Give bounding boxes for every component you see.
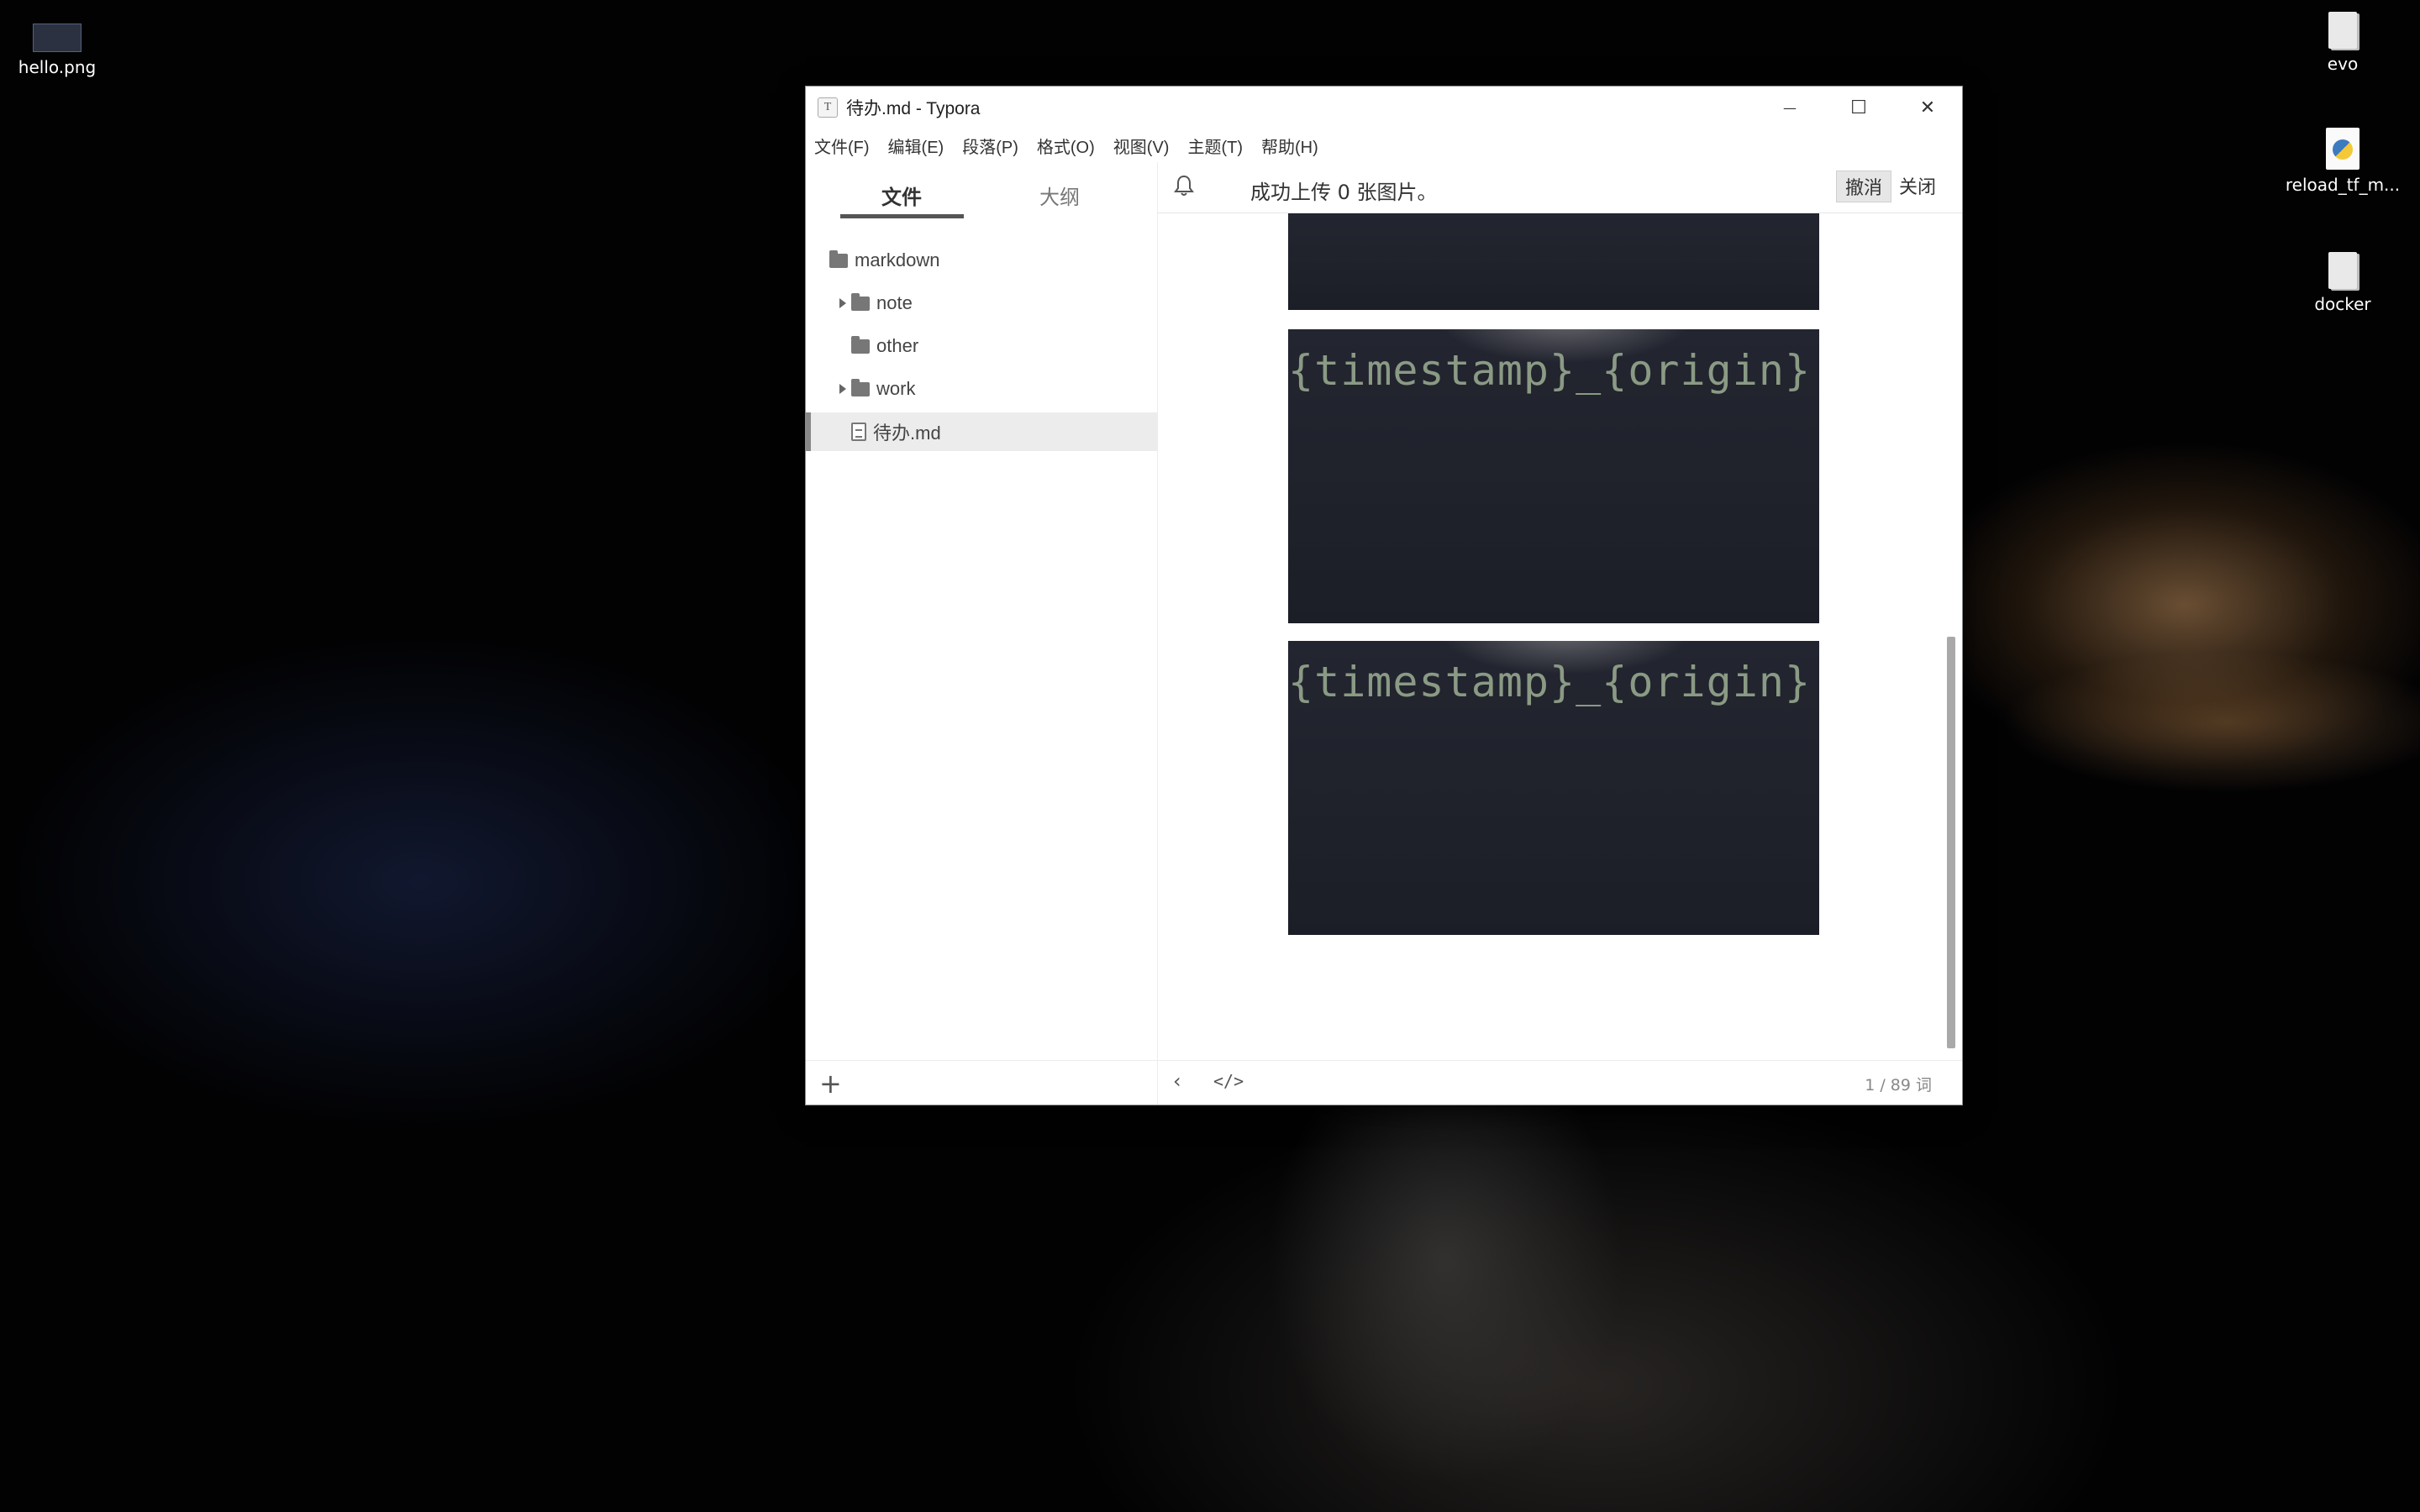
image-caption-text: {timestamp}_{origin} — [1288, 346, 1812, 395]
caret-right-icon[interactable] — [839, 384, 846, 394]
desktop-icon-reload-tf[interactable]: reload_tf_m... — [2284, 128, 2402, 195]
tree-folder-other[interactable]: other — [806, 327, 1157, 365]
status-bar: ‹ </> 1 / 89 词 — [1158, 1060, 1962, 1105]
back-icon[interactable]: ‹ — [1173, 1069, 1181, 1093]
file-icon — [2328, 12, 2357, 49]
desktop-icon-docker[interactable]: docker — [2292, 252, 2393, 314]
tree-item-label: work — [876, 378, 916, 399]
tree-item-label: note — [876, 292, 913, 313]
file-icon — [2328, 252, 2357, 289]
desktop-icon-label: reload_tf_m... — [2285, 175, 2401, 195]
desktop-icon-evo[interactable]: evo — [2292, 12, 2393, 74]
folder-icon — [851, 378, 870, 396]
editor-content[interactable]: {timestamp}_{origin} {timestamp}_{origin… — [1158, 213, 1962, 1061]
maximize-button[interactable]: ☐ — [1824, 87, 1893, 129]
minimize-icon: — — [1783, 99, 1797, 116]
title-bar[interactable]: T 待办.md - Typora — ☐ ✕ — [806, 87, 1962, 129]
maximize-icon: ☐ — [1850, 97, 1867, 118]
embedded-image[interactable] — [1288, 213, 1819, 310]
tab-files[interactable]: 文件 — [881, 181, 922, 210]
python-file-icon — [2326, 128, 2360, 170]
typora-app-icon: T — [818, 97, 838, 118]
caret-right-icon[interactable] — [839, 298, 846, 308]
menu-help[interactable]: 帮助(H) — [1261, 134, 1318, 158]
embedded-image[interactable]: {timestamp}_{origin} — [1288, 641, 1819, 935]
desktop-icon-label: hello.png — [18, 57, 97, 77]
folder-icon — [829, 249, 848, 268]
window-controls: — ☐ ✕ — [1755, 87, 1962, 129]
menu-edit[interactable]: 编辑(E) — [888, 134, 944, 158]
embedded-image[interactable]: {timestamp}_{origin} — [1288, 329, 1819, 623]
word-count[interactable]: 1 / 89 词 — [1865, 1073, 1932, 1095]
source-code-toggle-icon[interactable]: </> — [1213, 1071, 1244, 1091]
desktop-icon-hello-png[interactable]: hello.png — [7, 24, 108, 77]
undo-button[interactable]: 撤消 — [1836, 171, 1891, 202]
tree-item-label: 待办.md — [873, 423, 941, 444]
menu-view[interactable]: 视图(V) — [1113, 134, 1170, 158]
sidebar-tabs: 文件 大纲 — [806, 162, 1157, 229]
close-window-button[interactable]: ✕ — [1893, 87, 1962, 129]
tree-item-label: markdown — [855, 249, 940, 270]
editor-pane: 成功上传 0 张图片。 撤消 关闭 {timestamp}_{origin} {… — [1158, 162, 1962, 1105]
folder-icon — [851, 292, 870, 311]
sidebar-footer: + — [806, 1060, 1157, 1105]
close-icon: ✕ — [1919, 97, 1936, 118]
image-file-icon — [33, 24, 82, 52]
menu-format[interactable]: 格式(O) — [1037, 134, 1095, 158]
image-caption-text: {timestamp}_{origin} — [1288, 658, 1812, 706]
file-sidebar: 文件 大纲 markdown note other work 待办.md + — [806, 162, 1158, 1105]
active-tab-indicator — [840, 214, 964, 218]
tree-item-label: other — [876, 335, 919, 356]
window-title: 待办.md - Typora — [846, 99, 981, 118]
upload-notification-bar: 成功上传 0 张图片。 撤消 关闭 — [1158, 162, 1962, 213]
vertical-scrollbar[interactable] — [1947, 637, 1955, 1048]
desktop-icon-label: evo — [2327, 54, 2359, 74]
tree-file-todo[interactable]: 待办.md — [806, 412, 1157, 451]
folder-icon — [851, 335, 870, 354]
notification-message: 成功上传 0 张图片。 — [1250, 181, 1438, 204]
document-icon — [851, 423, 866, 441]
menu-file[interactable]: 文件(F) — [814, 134, 870, 158]
minimize-button[interactable]: — — [1755, 87, 1824, 129]
close-notification-button[interactable]: 关闭 — [1899, 172, 1936, 199]
menu-paragraph[interactable]: 段落(P) — [962, 134, 1018, 158]
tree-folder-work[interactable]: work — [806, 370, 1157, 408]
desktop-icon-label: docker — [2314, 294, 2371, 314]
tree-folder-markdown[interactable]: markdown — [806, 241, 1157, 280]
tree-folder-note[interactable]: note — [806, 284, 1157, 323]
typora-window: T 待办.md - Typora — ☐ ✕ 文件(F) 编辑(E) 段落(P)… — [806, 87, 1962, 1105]
menu-bar: 文件(F) 编辑(E) 段落(P) 格式(O) 视图(V) 主题(T) 帮助(H… — [806, 129, 1962, 162]
bell-icon — [1174, 175, 1194, 196]
tab-outline[interactable]: 大纲 — [1039, 181, 1080, 210]
add-file-button[interactable]: + — [819, 1068, 842, 1100]
menu-theme[interactable]: 主题(T) — [1187, 134, 1243, 158]
